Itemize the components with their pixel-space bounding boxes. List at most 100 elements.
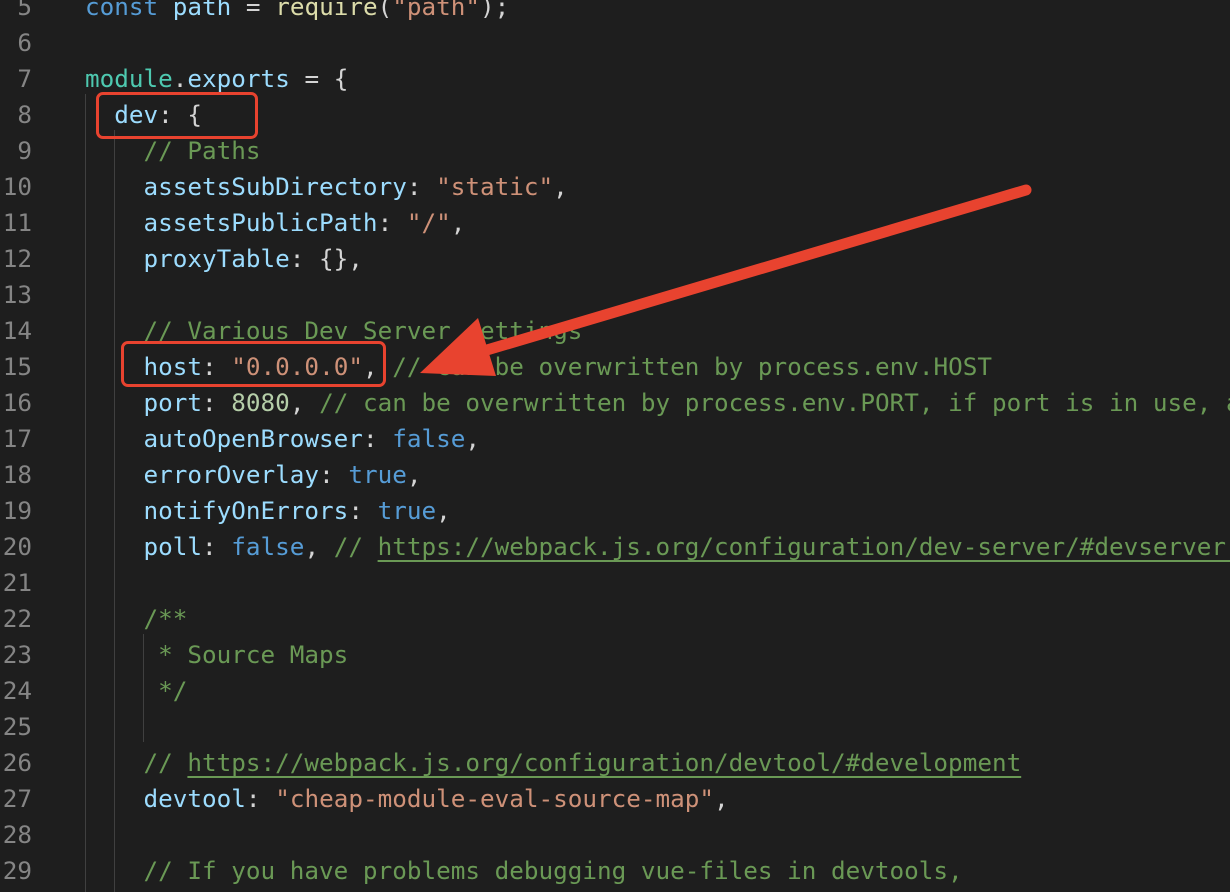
code-line[interactable]: 22 /**: [0, 601, 1230, 637]
code-line[interactable]: 28: [0, 817, 1230, 853]
code-token: "path": [392, 0, 481, 21]
line-number: 25: [2, 712, 32, 741]
code-token: true: [348, 460, 407, 489]
code-token: : {},: [289, 244, 363, 273]
line-number: 6: [17, 28, 32, 57]
code-text: poll: false, // https://webpack.js.org/c…: [85, 529, 1230, 565]
code-token: //: [333, 532, 378, 561]
code-line[interactable]: 23 * Source Maps: [0, 637, 1230, 673]
code-line[interactable]: 24 */: [0, 673, 1230, 709]
line-number: 17: [2, 424, 32, 453]
code-token: // Paths: [143, 136, 261, 165]
highlight-box-dev: [96, 92, 258, 139]
line-number: 20: [2, 532, 32, 561]
line-number: 8: [17, 100, 32, 129]
line-number: 14: [2, 316, 32, 345]
code-token: //: [143, 748, 188, 777]
code-text: const path = require("path");: [85, 0, 509, 25]
code-token: :: [362, 424, 393, 453]
code-token: "cheap-module-eval-source-map": [275, 784, 715, 813]
line-number: 22: [2, 604, 32, 633]
code-token[interactable]: https://webpack.js.org/configuration/dev…: [378, 532, 1230, 561]
code-token: devtool: [143, 784, 246, 813]
line-number: 15: [2, 352, 32, 381]
code-line[interactable]: 17 autoOpenBrowser: false,: [0, 421, 1230, 457]
code-token: "/": [406, 208, 451, 237]
code-token: ,: [304, 532, 334, 561]
code-token: false: [231, 532, 305, 561]
code-token: path: [172, 0, 232, 21]
code-line[interactable]: 19 notifyOnErrors: true,: [0, 493, 1230, 529]
code-text: */: [85, 673, 187, 709]
line-number: 24: [2, 676, 32, 705]
code-token: .: [172, 64, 188, 93]
code-line[interactable]: 10 assetsSubDirectory: "static",: [0, 169, 1230, 205]
line-number: 19: [2, 496, 32, 525]
code-text: autoOpenBrowser: false,: [85, 421, 480, 457]
code-token: ,: [289, 388, 320, 417]
code-token: * Source Maps: [158, 640, 349, 669]
code-text: assetsSubDirectory: "static",: [85, 169, 568, 205]
code-token: // can be overwritten by process.env.HOS…: [392, 352, 992, 381]
code-line[interactable]: 21: [0, 565, 1230, 601]
code-token: :: [202, 388, 232, 417]
code-token: assetsSubDirectory: [143, 172, 407, 201]
code-token: true: [377, 496, 437, 525]
code-token: /**: [143, 604, 188, 633]
code-token: = {: [289, 64, 349, 93]
code-line[interactable]: 11 assetsPublicPath: "/",: [0, 205, 1230, 241]
code-token: :: [406, 172, 437, 201]
code-token: notifyOnErrors: [143, 496, 349, 525]
code-token: (: [377, 0, 393, 21]
code-token: proxyTable: [143, 244, 290, 273]
code-token: "static": [436, 172, 554, 201]
code-token: errorOverlay: [143, 460, 320, 489]
code-text: assetsPublicPath: "/",: [85, 205, 466, 241]
code-text: proxyTable: {},: [85, 241, 363, 277]
code-line[interactable]: 13: [0, 277, 1230, 313]
line-number: 7: [17, 64, 32, 93]
code-token[interactable]: https://webpack.js.org/configuration/dev…: [187, 748, 1021, 777]
highlight-box-host: [121, 341, 386, 387]
code-token: ,: [436, 496, 451, 525]
code-token: :: [245, 784, 276, 813]
line-number: 16: [2, 388, 32, 417]
code-line[interactable]: 12 proxyTable: {},: [0, 241, 1230, 277]
code-line[interactable]: 18 errorOverlay: true,: [0, 457, 1230, 493]
code-token: :: [202, 532, 232, 561]
code-text: * Source Maps: [85, 637, 348, 673]
code-line[interactable]: 27 devtool: "cheap-module-eval-source-ma…: [0, 781, 1230, 817]
code-line[interactable]: 26 // https://webpack.js.org/configurati…: [0, 745, 1230, 781]
code-token: const: [85, 0, 173, 21]
code-token: assetsPublicPath: [143, 208, 378, 237]
line-number: 29: [2, 856, 32, 885]
code-line[interactable]: 5 const path = require("path");: [0, 0, 1230, 25]
code-token: ,: [465, 424, 480, 453]
code-token: */: [158, 676, 188, 705]
line-number: 13: [2, 280, 32, 309]
code-token: false: [392, 424, 466, 453]
code-token: port: [143, 388, 203, 417]
line-number: 10: [2, 172, 32, 201]
code-line[interactable]: 29 // If you have problems debugging vue…: [0, 853, 1230, 889]
line-number: 23: [2, 640, 32, 669]
indent-guide: [143, 634, 144, 742]
line-number: 11: [2, 208, 32, 237]
indent-guide: [85, 94, 86, 892]
code-token: =: [231, 0, 276, 21]
code-token: // can be overwritten by process.env.POR…: [319, 388, 1230, 417]
code-editor[interactable]: 5 const path = require("path"); 6 7 module. e…: [0, 0, 1230, 892]
code-line[interactable]: 25: [0, 709, 1230, 745]
code-line[interactable]: 16 port: 8080, // can be overwritten by …: [0, 385, 1230, 421]
code-line[interactable]: 20 poll: false, // https://webpack.js.or…: [0, 529, 1230, 565]
indent-guide: [114, 130, 115, 892]
code-token: module: [85, 64, 173, 93]
code-token: 8080: [231, 388, 290, 417]
line-number: 26: [2, 748, 32, 777]
code-line[interactable]: 6: [0, 25, 1230, 61]
code-text: // https://webpack.js.org/configuration/…: [85, 745, 1022, 781]
code-token: ,: [714, 784, 729, 813]
line-number: 28: [2, 820, 32, 849]
